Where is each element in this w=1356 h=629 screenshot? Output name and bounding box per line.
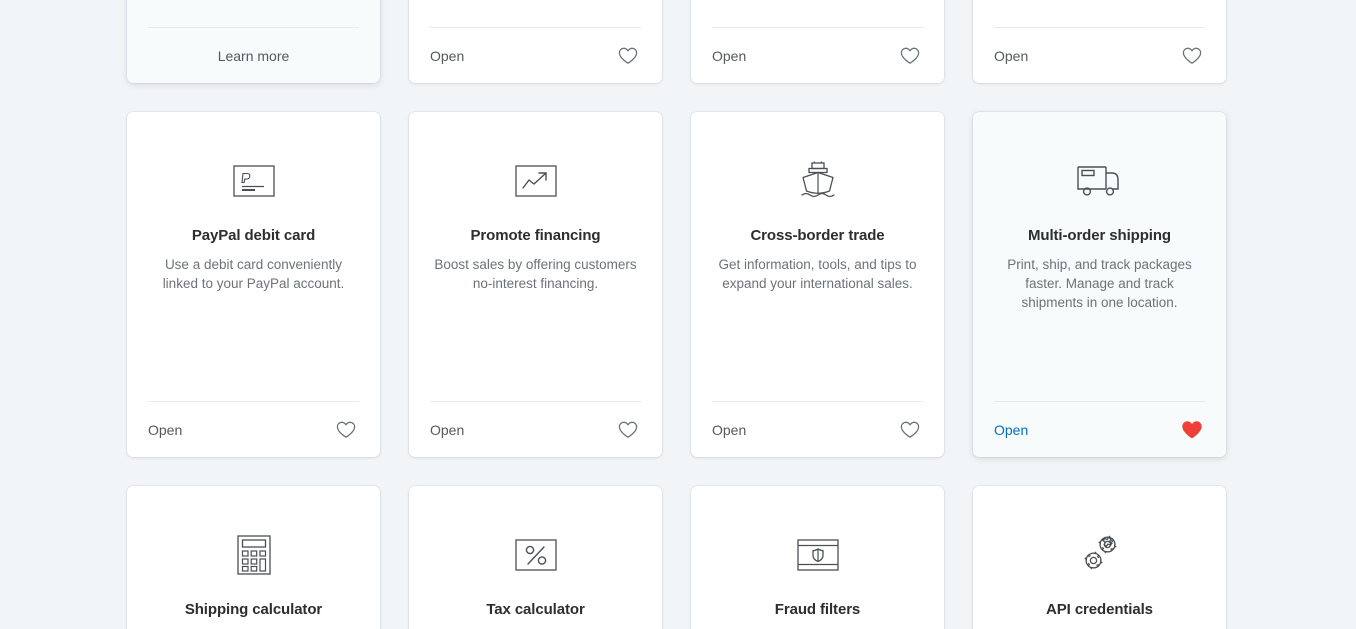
open-link[interactable]: Open <box>430 422 464 438</box>
tool-card-footer: Open <box>712 27 923 83</box>
tool-card-tax-calculator[interactable]: Tax calculatorSet up sales tax rates for… <box>409 486 662 629</box>
tool-card-card-partial-1[interactable]: Learn more <box>127 0 380 83</box>
tool-card-body: Fraud filtersSet up filters to identify … <box>712 486 923 629</box>
tool-card-api-credentials[interactable]: API credentialsRequest API credentials a… <box>973 486 1226 629</box>
percent-icon <box>514 532 557 578</box>
tool-card-promote-financing[interactable]: Promote financing Boost sales by offering… <box>409 112 662 457</box>
open-link[interactable]: Open <box>994 48 1028 64</box>
tool-card-fraud-filters[interactable]: Fraud filtersSet up filters to identify … <box>691 486 944 629</box>
tool-card-title: Multi-order shipping <box>1028 227 1171 244</box>
tool-card-description: Print, ship, and track packages faster. … <box>1007 257 1192 310</box>
tool-card-footer: Open <box>148 401 359 457</box>
tool-card-description: Boost sales by offering customers no-int… <box>434 257 637 291</box>
open-link[interactable]: Open <box>430 48 464 64</box>
tool-card-description: Use a debit card conveniently linked to … <box>162 257 345 291</box>
tool-card-cross-border-trade[interactable]: Cross-border trade Get information, tools… <box>691 112 944 457</box>
tool-card-body <box>994 0 1205 27</box>
tool-card-body <box>430 0 641 27</box>
trending-up-icon <box>514 158 557 204</box>
tool-card-footer: Open <box>994 401 1205 457</box>
tool-card-card-partial-4[interactable]: Open <box>973 0 1226 83</box>
tool-card-footer: Open <box>994 27 1205 83</box>
heart-outline-icon[interactable] <box>897 417 923 443</box>
tool-card-title: Promote financing <box>470 227 601 244</box>
card-row: Learn more Open Open Open <box>127 0 1228 83</box>
heart-outline-icon[interactable] <box>1179 43 1205 69</box>
open-link[interactable]: Open <box>148 422 182 438</box>
tool-card-footer: Open <box>430 401 641 457</box>
shield-window-icon <box>796 532 839 578</box>
heart-outline-icon[interactable] <box>333 417 359 443</box>
heart-filled-icon[interactable] <box>1179 417 1205 443</box>
tool-card-title: Shipping calculator <box>184 601 323 618</box>
gears-icon <box>1078 532 1122 578</box>
tool-card-body <box>148 0 359 27</box>
calculator-icon <box>236 532 271 578</box>
tool-card-footer: Learn more <box>148 27 359 83</box>
tool-card-body: API credentialsRequest API credentials a… <box>994 486 1205 629</box>
tool-card-card-partial-2[interactable]: Open <box>409 0 662 83</box>
open-link[interactable]: Open <box>712 422 746 438</box>
card-row: Shipping calculatorCreate domestic and i… <box>127 486 1228 629</box>
tool-card-body: Promote financing Boost sales by offering… <box>430 112 641 401</box>
tool-card-body <box>712 0 923 27</box>
debit-card-icon <box>232 158 275 204</box>
open-link[interactable]: Open <box>712 48 746 64</box>
tool-card-body: Multi-order shipping Print, ship, and tra… <box>994 112 1205 401</box>
business-tools-page: Learn more Open Open Open PayPal debit ca… <box>0 0 1356 629</box>
tool-card-body: Cross-border trade Get information, tools… <box>712 112 923 401</box>
tool-card-body: PayPal debit card Use a debit card conven… <box>148 112 359 401</box>
truck-icon <box>1076 158 1124 204</box>
tool-card-footer: Open <box>430 27 641 83</box>
tool-card-body: Shipping calculatorCreate domestic and i… <box>148 486 359 629</box>
tool-card-footer: Open <box>712 401 923 457</box>
tool-card-title: PayPal debit card <box>191 227 316 244</box>
heart-outline-icon[interactable] <box>615 43 641 69</box>
learn-more-link[interactable]: Learn more <box>218 48 290 64</box>
ship-icon <box>796 158 840 204</box>
tool-card-description: Get information, tools, and tips to expa… <box>718 257 917 291</box>
open-link[interactable]: Open <box>994 422 1028 438</box>
heart-outline-icon[interactable] <box>615 417 641 443</box>
tool-card-body: Tax calculatorSet up sales tax rates for… <box>430 486 641 629</box>
tools-card-grid: Learn more Open Open Open PayPal debit ca… <box>127 0 1228 629</box>
tool-card-paypal-debit-card[interactable]: PayPal debit card Use a debit card conven… <box>127 112 380 457</box>
tool-card-title: Cross-border trade <box>750 227 885 244</box>
tool-card-title: Tax calculator <box>486 601 585 618</box>
tool-card-multi-order-shipping[interactable]: Multi-order shipping Print, ship, and tra… <box>973 112 1226 457</box>
heart-outline-icon[interactable] <box>897 43 923 69</box>
tool-card-shipping-calculator[interactable]: Shipping calculatorCreate domestic and i… <box>127 486 380 629</box>
card-row: PayPal debit card Use a debit card conven… <box>127 112 1228 457</box>
tool-card-card-partial-3[interactable]: Open <box>691 0 944 83</box>
tool-card-title: Fraud filters <box>774 601 861 618</box>
tool-card-title: API credentials <box>1046 601 1153 618</box>
